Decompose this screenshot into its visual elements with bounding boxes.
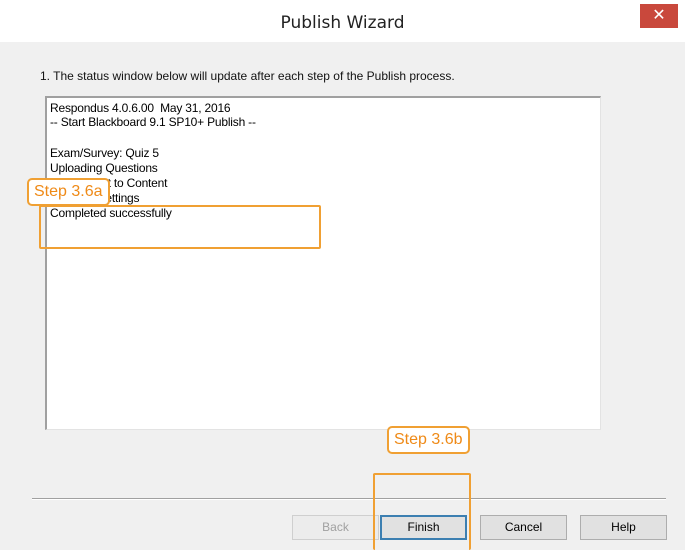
step-3-6b-highlight xyxy=(373,473,471,550)
button-separator xyxy=(32,498,666,500)
back-button[interactable]: Back xyxy=(292,515,379,540)
status-line: Respondus 4.0.6.00 May 31, 2016 xyxy=(50,101,231,115)
close-button[interactable]: ✕ xyxy=(640,4,678,28)
close-icon: ✕ xyxy=(652,7,666,24)
window-title: Publish Wizard xyxy=(280,13,405,33)
status-line: Uploading Questions xyxy=(50,161,158,175)
step-3-6a-label: Step 3.6a xyxy=(27,178,110,206)
title-bar: Publish Wizard ✕ xyxy=(0,0,685,43)
help-button[interactable]: Help xyxy=(580,515,667,540)
step-3-6a-highlight xyxy=(39,205,321,249)
instruction-text: 1. The status window below will update a… xyxy=(40,69,455,83)
status-line: Exam/Survey: Quiz 5 xyxy=(50,146,159,160)
step-3-6b-label: Step 3.6b xyxy=(387,426,470,454)
cancel-button[interactable]: Cancel xyxy=(480,515,567,540)
status-line: -- Start Blackboard 9.1 SP10+ Publish -- xyxy=(50,115,256,129)
